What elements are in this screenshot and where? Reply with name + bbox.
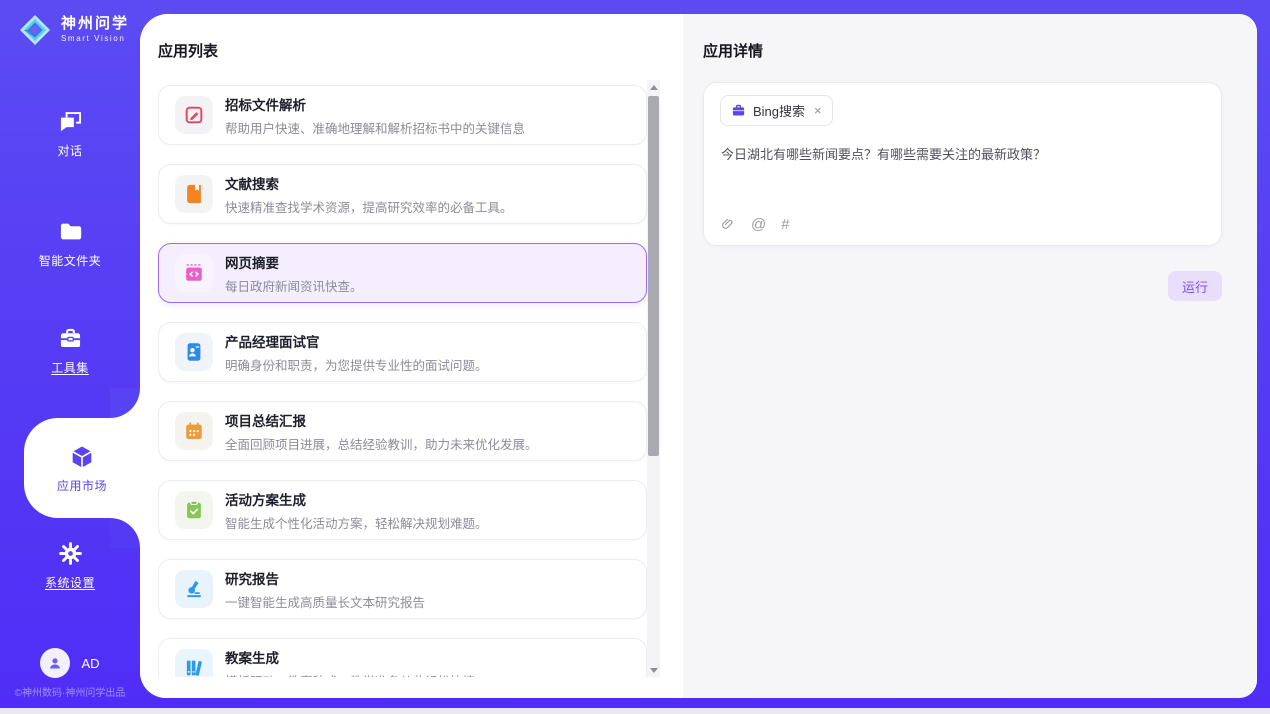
list-scrollbar[interactable] <box>647 80 660 677</box>
sidebar-item-chat[interactable]: 对话 <box>0 108 140 159</box>
triangle-up-icon <box>650 85 658 90</box>
at-mention-icon[interactable]: @ <box>751 217 766 232</box>
scrollbar-thumb[interactable] <box>648 96 659 456</box>
app-title: 教案生成 <box>225 647 475 667</box>
app-card-project-summary[interactable]: 项目总结汇报 全面回顾项目进展，总结经验教训，助力未来优化发展。 <box>158 401 647 461</box>
bottom-strip <box>0 708 1270 714</box>
app-desc: 全面回顾项目进展，总结经验教训，助力未来优化发展。 <box>225 434 538 453</box>
clipboard-check-icon <box>175 491 213 529</box>
app-card-lesson-plan[interactable]: 教案生成 模板驱动，教案秒成，教学准备从此轻松快捷 <box>158 638 647 677</box>
app-detail-title: 应用详情 <box>703 40 763 61</box>
main-content: 应用列表 招标文件解析 帮助用户快速、准确地理解和解析招标书中的关键信息 <box>140 14 1257 698</box>
app-desc: 模板驱动，教案秒成，教学准备从此轻松快捷 <box>225 671 475 678</box>
app-list-title: 应用列表 <box>158 40 218 61</box>
tool-chip-label: Bing搜索 <box>753 101 805 120</box>
chat-icon <box>57 108 84 135</box>
brand-tagline: Smart Vision <box>61 35 129 44</box>
briefcase-icon <box>731 103 746 118</box>
sidebar-item-smart-folder[interactable]: 智能文件夹 <box>0 218 140 269</box>
app-card-event-plan[interactable]: 活动方案生成 智能生成个性化活动方案，轻松解决规划难题。 <box>158 480 647 540</box>
browser-code-icon <box>175 254 213 292</box>
paperclip-icon[interactable] <box>720 216 736 232</box>
user-profile[interactable]: AD <box>0 648 140 678</box>
tab-curve-top <box>110 388 140 418</box>
calendar-icon <box>175 412 213 450</box>
triangle-down-icon <box>650 668 658 673</box>
app-card-literature-search[interactable]: 文献搜索 快速精准查找学术资源，提高研究效率的必备工具。 <box>158 164 647 224</box>
sidebar-item-app-market[interactable]: 应用市场 <box>24 418 140 518</box>
app-desc: 每日政府新闻资讯快查。 <box>225 276 363 295</box>
attachment-toolbar: @ # <box>720 216 790 232</box>
run-button[interactable]: 运行 <box>1168 271 1222 301</box>
brand-logo: 神州问学 Smart Vision <box>16 11 129 49</box>
diamond-logo-icon <box>16 11 54 49</box>
app-title: 招标文件解析 <box>225 94 525 114</box>
doc-edit-icon <box>175 96 213 134</box>
brand-name: 神州问学 <box>61 16 129 33</box>
app-card-bid-parse[interactable]: 招标文件解析 帮助用户快速、准确地理解和解析招标书中的关键信息 <box>158 85 647 145</box>
app-title: 研究报告 <box>225 568 425 588</box>
sidebar-item-label: 工具集 <box>51 359 89 376</box>
sidebar-item-label: 智能文件夹 <box>39 252 102 269</box>
app-desc: 一键智能生成高质量长文本研究报告 <box>225 592 425 611</box>
query-input[interactable]: 今日湖北有哪些新闻要点？有哪些需要关注的最新政策？ <box>721 145 1205 165</box>
avatar <box>40 648 70 678</box>
app-card-pm-interviewer[interactable]: 产品经理面试官 明确身份和职责，为您提供专业性的面试问题。 <box>158 322 647 382</box>
toolbox-icon <box>57 325 84 352</box>
book-icon <box>175 175 213 213</box>
sidebar: 神州问学 Smart Vision 对话 智能文件夹 <box>0 0 140 708</box>
app-list: 招标文件解析 帮助用户快速、准确地理解和解析招标书中的关键信息 文献搜索 快速精… <box>158 85 647 677</box>
app-desc: 智能生成个性化活动方案，轻松解决规划难题。 <box>225 513 488 532</box>
sidebar-item-toolset[interactable]: 工具集 <box>0 325 140 376</box>
user-name: AD <box>81 656 99 671</box>
folder-icon <box>57 218 84 245</box>
app-card-research-report[interactable]: 研究报告 一键智能生成高质量长文本研究报告 <box>158 559 647 619</box>
app-title: 网页摘要 <box>225 252 363 272</box>
close-icon[interactable]: × <box>814 104 822 117</box>
app-desc: 帮助用户快速、准确地理解和解析招标书中的关键信息 <box>225 118 525 137</box>
copyright-text: ©神州数码·神州问学出品 <box>0 684 140 699</box>
tool-chip-bing-search[interactable]: Bing搜索 × <box>720 95 833 126</box>
app-card-web-summary[interactable]: 网页摘要 每日政府新闻资讯快查。 <box>158 243 647 303</box>
gear-icon <box>57 540 84 567</box>
app-title: 活动方案生成 <box>225 489 488 509</box>
hash-icon[interactable]: # <box>781 217 789 232</box>
person-doc-icon <box>175 333 213 371</box>
app-title: 文献搜索 <box>225 173 513 193</box>
app-window: 神州问学 Smart Vision 对话 智能文件夹 <box>0 0 1270 708</box>
app-title: 项目总结汇报 <box>225 410 538 430</box>
app-list-pane: 应用列表 招标文件解析 帮助用户快速、准确地理解和解析招标书中的关键信息 <box>140 14 683 698</box>
sidebar-item-label: 系统设置 <box>45 574 95 591</box>
app-title: 产品经理面试官 <box>225 331 488 351</box>
prompt-card: Bing搜索 × 今日湖北有哪些新闻要点？有哪些需要关注的最新政策？ @ # <box>703 82 1222 246</box>
sidebar-item-label: 应用市场 <box>57 477 107 494</box>
app-desc: 明确身份和职责，为您提供专业性的面试问题。 <box>225 355 488 374</box>
sidebar-item-settings[interactable]: 系统设置 <box>0 540 140 591</box>
cube-icon <box>68 443 96 471</box>
sidebar-item-label: 对话 <box>57 142 82 159</box>
app-desc: 快速精准查找学术资源，提高研究效率的必备工具。 <box>225 197 513 216</box>
scroll-down-button[interactable] <box>647 663 660 677</box>
scroll-up-button[interactable] <box>647 80 660 94</box>
app-detail-pane: 应用详情 Bing搜索 × 今日湖北有哪些新闻要点？有哪些需要关注的最新政策？ <box>683 14 1257 698</box>
microscope-icon <box>175 570 213 608</box>
books-icon <box>175 649 213 677</box>
